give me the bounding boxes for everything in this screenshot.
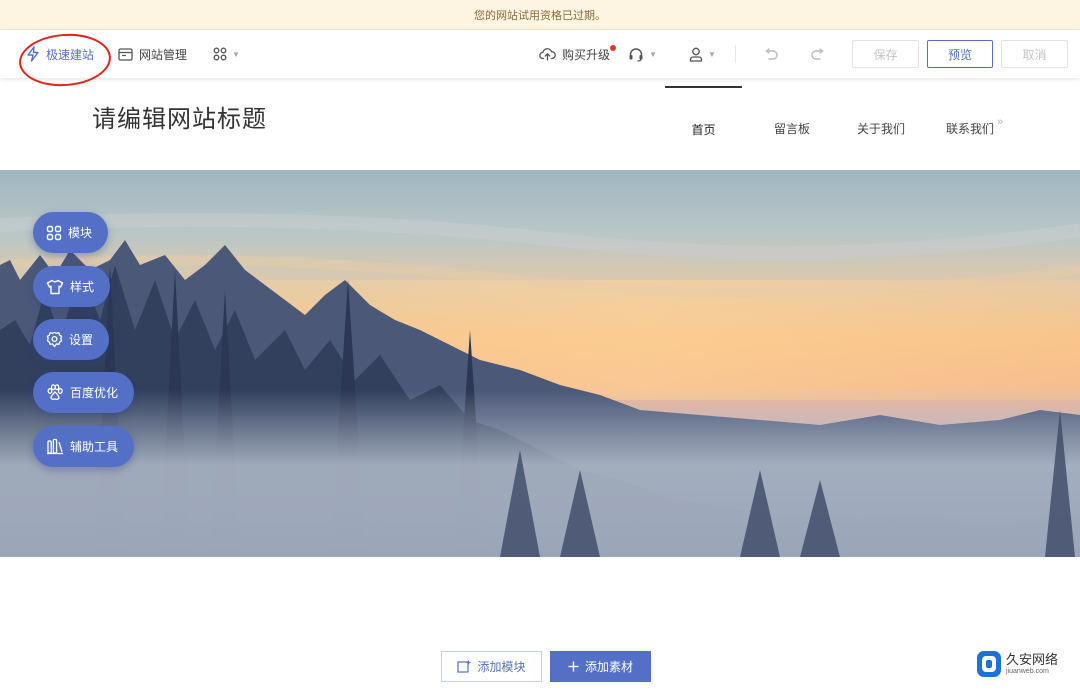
undo-icon (765, 48, 778, 60)
preview-button[interactable]: 预览 (927, 40, 993, 68)
chevron-down-icon: ▼ (232, 49, 240, 59)
headset-icon (629, 47, 643, 62)
browser-window-icon (118, 47, 133, 61)
jiuan-logo-icon (977, 651, 1001, 677)
chevron-down-icon: ▼ (649, 49, 657, 59)
notice-text: 您的网站试用资格已过期。 (474, 9, 606, 22)
banner-image[interactable] (0, 170, 1080, 557)
baidu-seo-label: 百度优化 (70, 386, 119, 400)
toolbar-divider (735, 45, 736, 63)
nav-item-about[interactable]: 关于我们 (841, 86, 921, 170)
settings-button[interactable]: 设置 (33, 319, 110, 360)
site-title[interactable]: 请编辑网站标题 (92, 99, 267, 134)
toolbox-icon (47, 438, 63, 455)
watermark-name: 久安网络 (1006, 652, 1059, 667)
gear-icon (46, 331, 63, 348)
trial-expired-notice: 您的网站试用资格已过期。 (0, 0, 1080, 30)
baidu-seo-button[interactable]: 百度优化 (33, 372, 135, 413)
notification-dot (610, 45, 617, 51)
plus-icon (568, 661, 579, 672)
quick-build-label: 极速建站 (46, 47, 95, 62)
add-module-label: 添加模块 (477, 660, 526, 674)
site-manage-label: 网站管理 (139, 47, 188, 62)
buy-upgrade-button[interactable]: 购买升级 (539, 30, 617, 78)
watermark-url: jiuanweb.com (1006, 668, 1049, 675)
tools-label: 辅助工具 (70, 440, 119, 454)
modules-button[interactable]: 模块 (33, 212, 109, 253)
redo-icon (811, 48, 824, 60)
nav-item-guestbook[interactable]: 留言板 (752, 86, 832, 170)
settings-label: 设置 (69, 333, 94, 347)
site-header: 请编辑网站标题 首页 留言板 关于我们 联系我们 » (0, 78, 1080, 170)
cancel-button[interactable]: 取消 (1001, 40, 1068, 68)
watermark: 久安网络 jiuanweb.com (976, 650, 1058, 678)
user-icon (689, 47, 703, 62)
grid-icon (213, 47, 227, 61)
user-menu-button[interactable]: ▼ (689, 30, 716, 78)
double-chevron-right-icon[interactable]: » (997, 116, 1003, 128)
apps-menu-button[interactable]: ▼ (213, 30, 240, 78)
nav-item-home[interactable]: 首页 (665, 86, 742, 170)
style-label: 样式 (70, 280, 95, 294)
add-material-label: 添加素材 (584, 660, 633, 674)
nav-item-contact[interactable]: 联系我们 (930, 86, 1010, 170)
modules-label: 模块 (68, 226, 93, 240)
add-material-button[interactable]: 添加素材 (550, 651, 651, 682)
lightning-icon (27, 46, 39, 62)
cloud-upload-icon (539, 48, 556, 61)
misty-forest-sunset-image (0, 170, 1080, 557)
tools-button[interactable]: 辅助工具 (33, 426, 135, 467)
site-manage-button[interactable]: 网站管理 (118, 30, 187, 78)
support-button[interactable]: ▼ (628, 30, 657, 78)
undo-button[interactable] (763, 30, 779, 78)
redo-button[interactable] (810, 30, 826, 78)
style-button[interactable]: 样式 (33, 266, 111, 307)
save-button[interactable]: 保存 (852, 40, 919, 68)
add-module-icon (457, 660, 471, 673)
modules-grid-icon (46, 225, 62, 240)
buy-upgrade-label: 购买升级 (562, 47, 611, 62)
paw-icon (47, 384, 63, 400)
add-module-button[interactable]: 添加模块 (441, 651, 542, 682)
quick-build-button[interactable]: 极速建站 (26, 30, 94, 78)
chevron-down-icon: ▼ (708, 49, 716, 59)
tshirt-icon (46, 279, 64, 294)
